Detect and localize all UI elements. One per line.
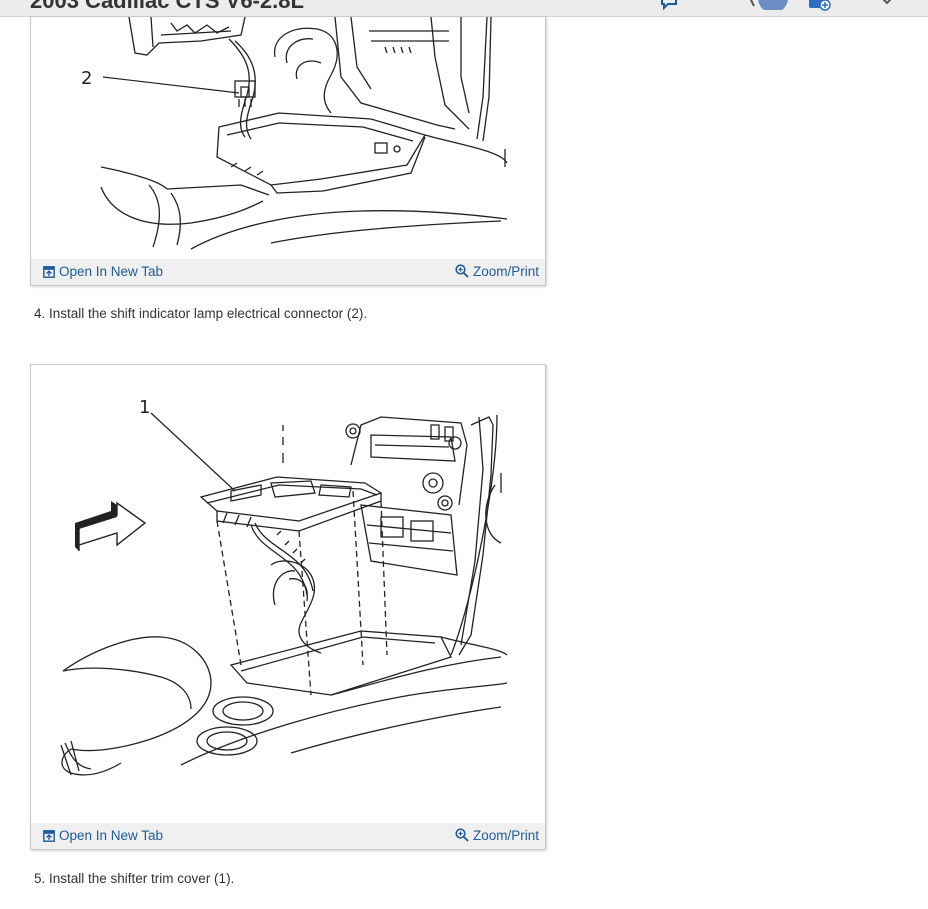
step-4-text: 4. Install the shift indicator lamp elec… — [34, 306, 368, 321]
shifter-trim-cover-illustration: 1 — [60, 397, 508, 776]
open-new-tab-icon — [43, 830, 55, 842]
top-header-bar: 2003 Cadillac CTS V6-2.8L — [0, 0, 928, 17]
comment-icon[interactable] — [660, 0, 678, 16]
open-in-new-tab-label: Open In New Tab — [59, 828, 164, 843]
page-title: 2003 Cadillac CTS V6-2.8L — [30, 0, 304, 13]
open-new-tab-icon — [43, 266, 55, 278]
chevron-down-icon[interactable] — [880, 0, 894, 15]
callout-label: 2 — [81, 68, 92, 89]
zoom-print-link[interactable]: Zoom/Print — [455, 264, 539, 279]
zoom-print-label: Zoom/Print — [472, 828, 539, 843]
callout-label: 1 — [139, 397, 150, 418]
open-in-new-tab-label: Open In New Tab — [59, 264, 164, 279]
figure-toolbar: Open In New Tab Zoom/Print — [31, 259, 545, 285]
figure-shift-indicator-connector: 2 Open In New Tab Zoom/Print — [30, 16, 546, 286]
figure-shifter-trim-cover: 1 Open In New Tab Zoom/Print — [30, 364, 546, 850]
zoom-print-link[interactable]: Zoom/Print — [455, 828, 539, 843]
figure-toolbar: Open In New Tab Zoom/Print — [31, 823, 545, 849]
avatar-icon[interactable] — [756, 0, 790, 15]
arrow-icon — [75, 501, 147, 551]
zoom-in-icon — [455, 264, 469, 278]
zoom-in-icon — [455, 828, 469, 842]
add-image-icon[interactable] — [808, 0, 832, 16]
shift-indicator-connector-illustration: 2 — [81, 17, 508, 250]
open-in-new-tab-link[interactable]: Open In New Tab — [43, 264, 163, 279]
open-in-new-tab-link[interactable]: Open In New Tab — [43, 828, 163, 843]
zoom-print-label: Zoom/Print — [472, 264, 539, 279]
step-5-text: 5. Install the shifter trim cover (1). — [34, 871, 235, 886]
